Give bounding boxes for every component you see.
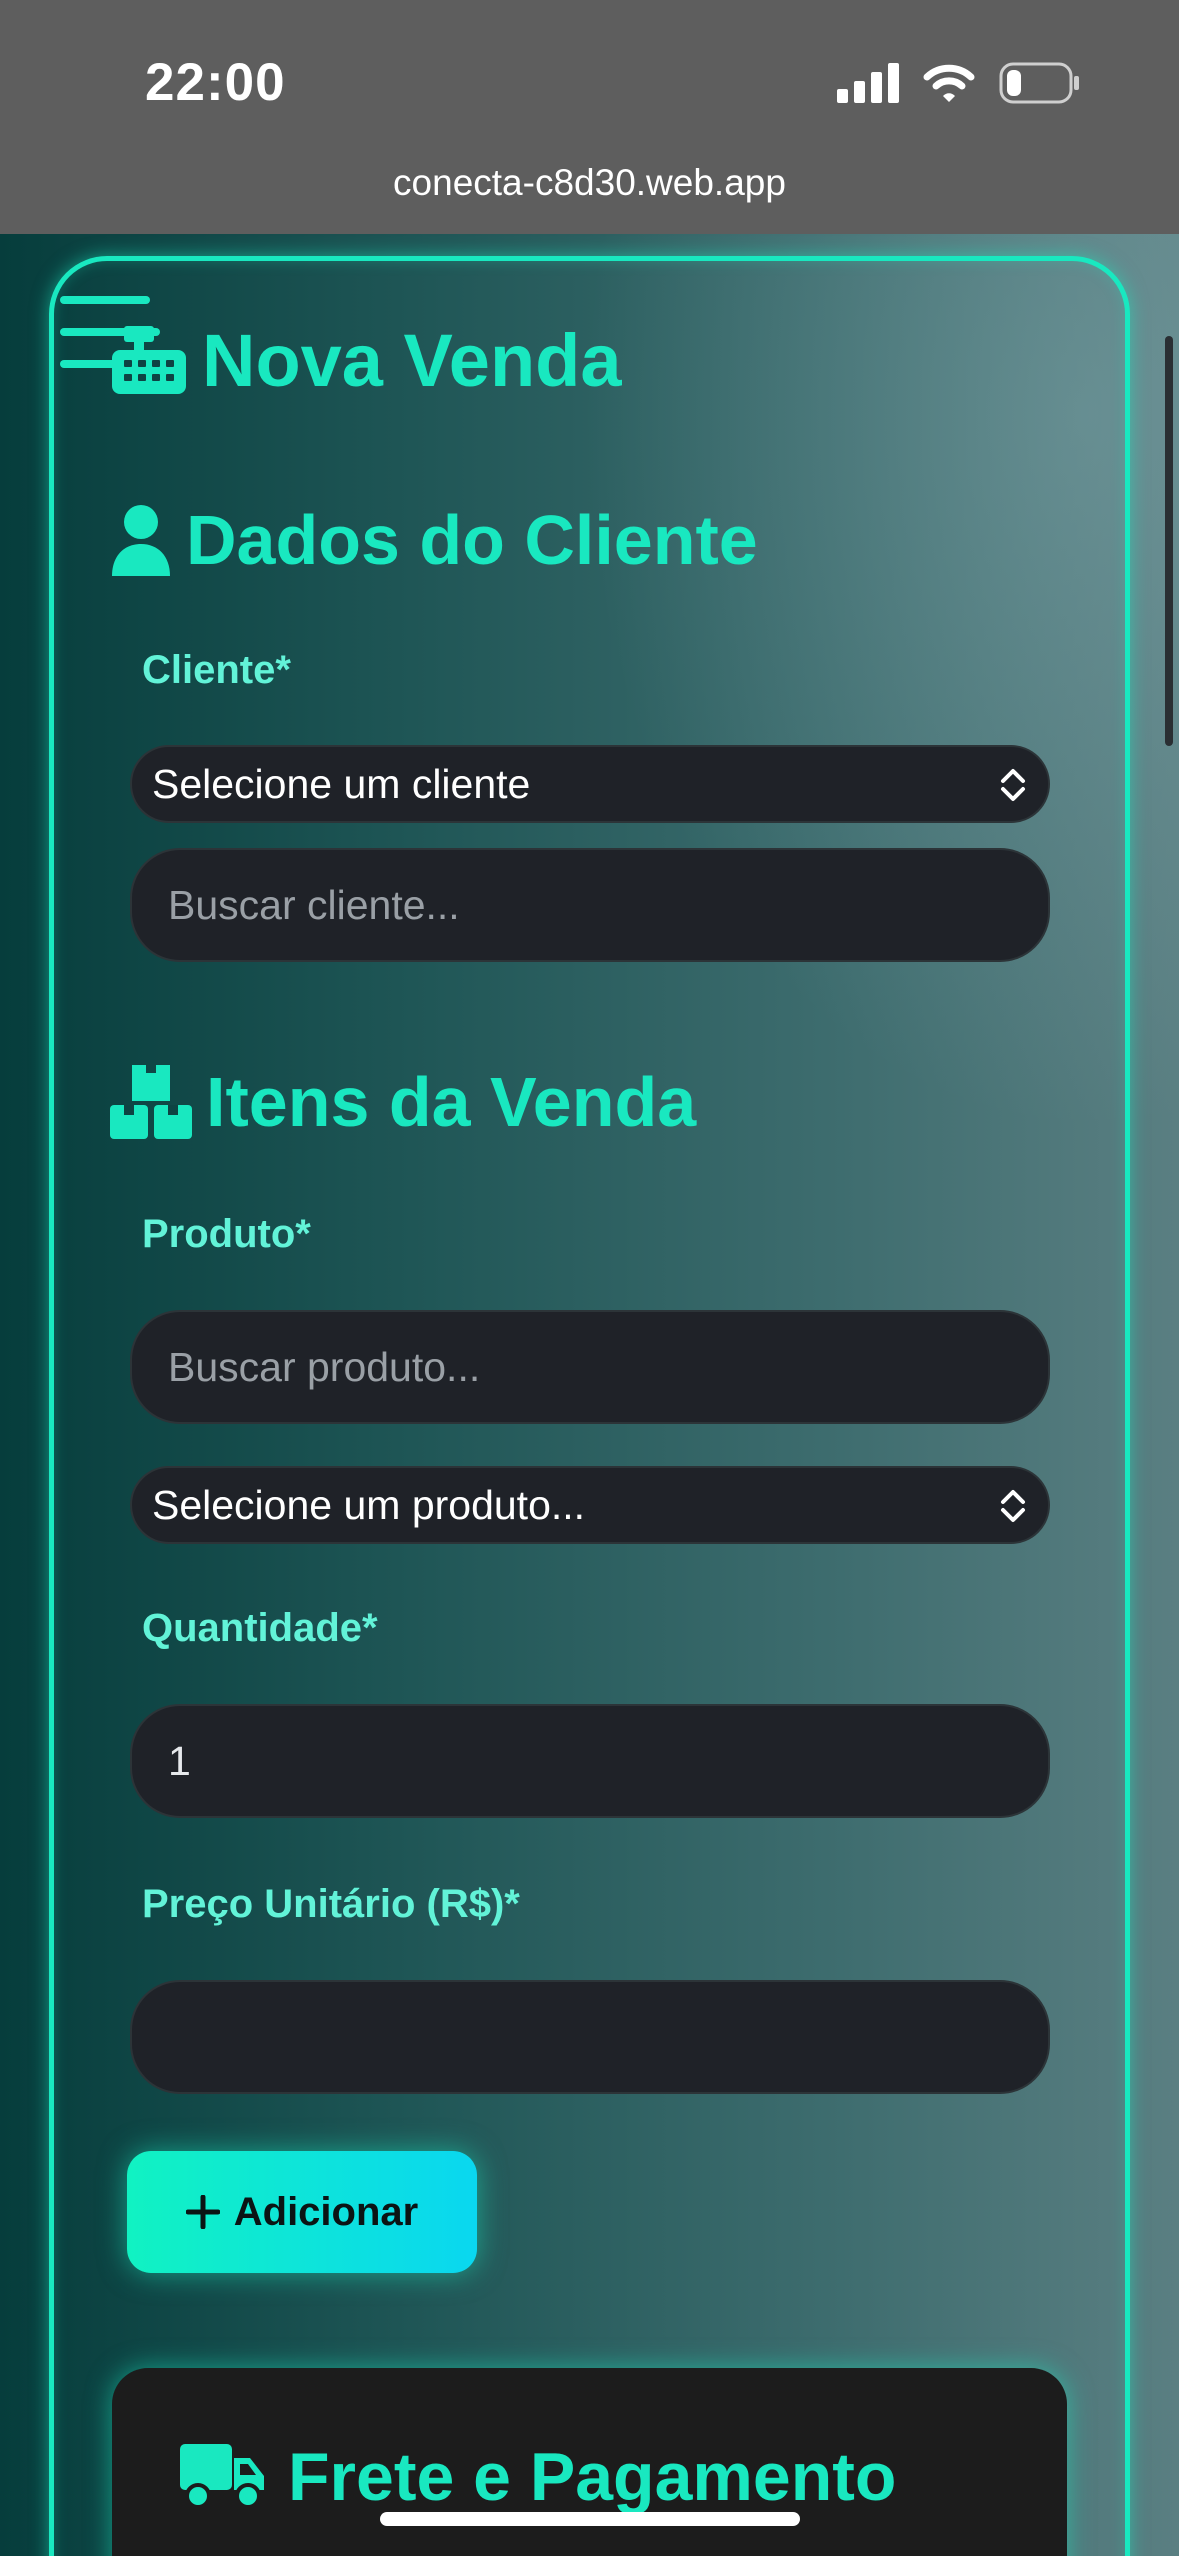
status-time: 22:00 bbox=[145, 53, 286, 112]
user-icon bbox=[112, 505, 170, 576]
cliente-select-value: Selecione um cliente bbox=[152, 760, 531, 807]
boxes-icon bbox=[110, 1065, 192, 1139]
scrollbar[interactable] bbox=[1165, 336, 1173, 746]
preco-label: Preço Unitário (R$)* bbox=[142, 1882, 520, 1926]
frete-section-title-text: Frete e Pagamento bbox=[288, 2439, 897, 2515]
battery-icon bbox=[999, 62, 1079, 104]
itens-section-title: Itens da Venda bbox=[110, 1062, 696, 1142]
add-item-button-label: Adicionar bbox=[233, 2189, 419, 2234]
wifi-icon bbox=[923, 64, 975, 102]
cliente-search-input[interactable]: Buscar cliente... bbox=[130, 848, 1050, 962]
chevron-updown-icon bbox=[1001, 1490, 1025, 1522]
produto-search-input[interactable]: Buscar produto... bbox=[130, 1310, 1050, 1424]
preco-input[interactable] bbox=[130, 1980, 1050, 2094]
cash-register-icon bbox=[112, 325, 186, 394]
truck-icon bbox=[180, 2444, 264, 2509]
frete-section-title: Frete e Pagamento bbox=[180, 2438, 896, 2516]
add-item-button[interactable]: Adicionar bbox=[127, 2151, 477, 2273]
page-title: Nova Venda bbox=[110, 318, 622, 403]
quantidade-label: Quantidade* bbox=[142, 1606, 378, 1650]
signal-icon bbox=[837, 63, 899, 103]
url-bar[interactable]: conecta-c8d30.web.app bbox=[0, 162, 1179, 204]
status-bar: 22:00 conecta-c8d30.web.app bbox=[0, 0, 1179, 234]
produto-label: Produto* bbox=[142, 1212, 311, 1256]
home-indicator[interactable] bbox=[380, 2512, 800, 2526]
produto-select-value: Selecione um produto... bbox=[152, 1481, 586, 1528]
page-title-text: Nova Venda bbox=[202, 319, 622, 402]
cliente-label: Cliente* bbox=[142, 648, 291, 692]
status-icons bbox=[837, 62, 1081, 104]
produto-select[interactable]: Selecione um produto... bbox=[130, 1466, 1050, 1544]
cliente-section-title: Dados do Cliente bbox=[110, 500, 758, 580]
plus-icon bbox=[185, 2195, 220, 2229]
quantidade-input[interactable]: 1 bbox=[130, 1704, 1050, 1818]
cliente-section-title-text: Dados do Cliente bbox=[186, 501, 758, 579]
chevron-updown-icon bbox=[1001, 769, 1025, 801]
itens-section-title-text: Itens da Venda bbox=[206, 1063, 697, 1141]
cliente-select[interactable]: Selecione um cliente bbox=[130, 745, 1050, 823]
